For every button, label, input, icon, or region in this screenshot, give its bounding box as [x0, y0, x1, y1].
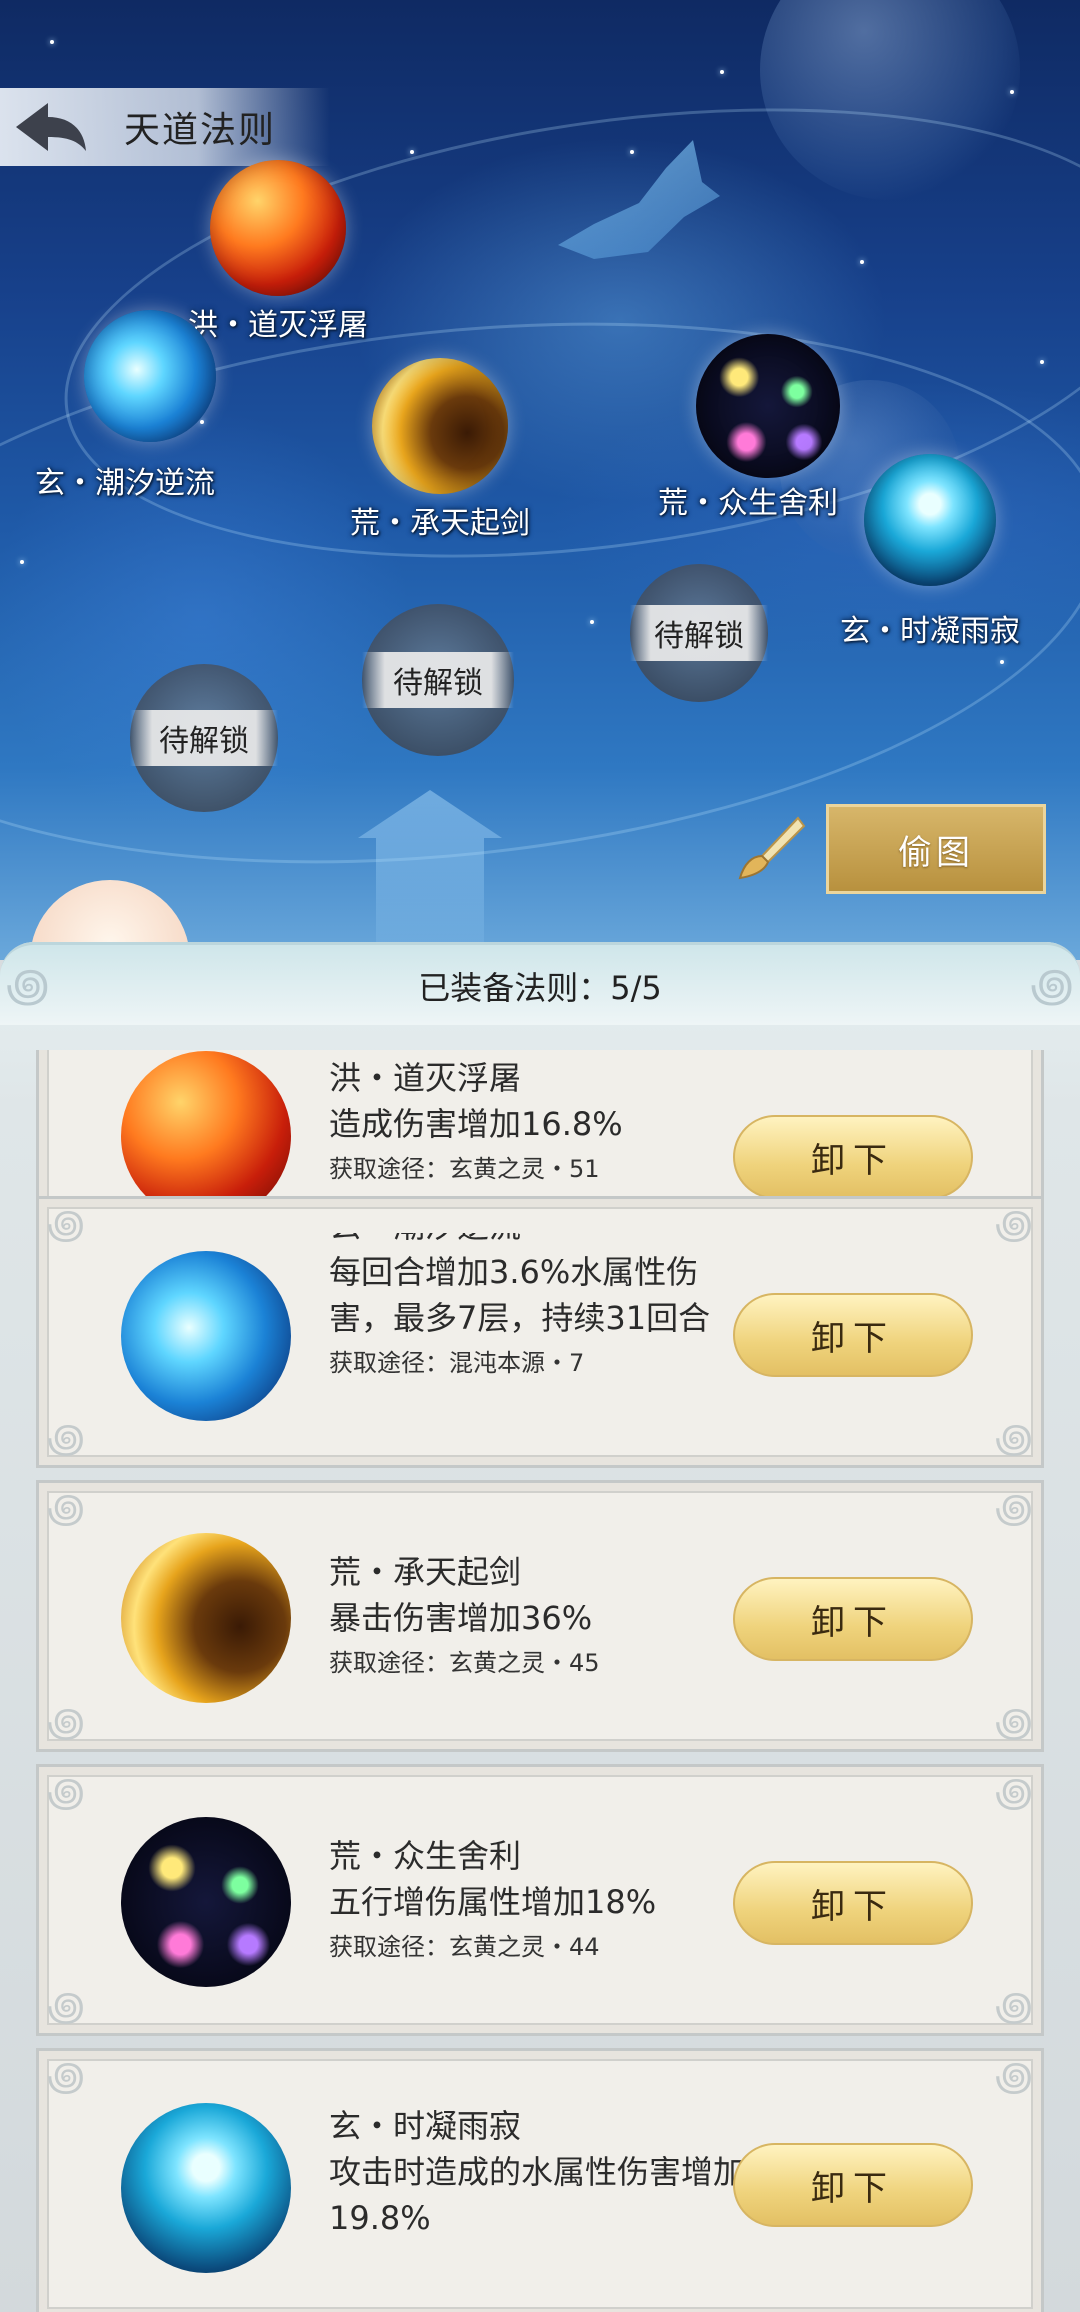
corner-ornament-icon: ꩜ [47, 1416, 85, 1462]
law-card: ꩜ ꩜ ꩜ ꩜ 玄・潮汐逆流 每回合增加3.6%水属性伤害，最多7层，持续31回… [36, 1196, 1044, 1468]
back-button[interactable] [0, 88, 100, 166]
law-card: ꩜ ꩜ 玄・时凝雨寂 攻击时造成的水属性伤害增加19.8% 卸下 [36, 2048, 1044, 2312]
corner-ornament-icon: ꩜ [995, 1770, 1033, 1816]
law-node-label: 荒・承天起剑 [350, 506, 530, 541]
header-bar: 天道法则 [0, 88, 330, 166]
law-source: 获取途径：玄黄之灵・44 [329, 1933, 600, 1961]
law-card: ꩜ ꩜ ꩜ ꩜ 荒・承天起剑 暴击伤害增加36% 获取途径：玄黄之灵・45 卸下 [36, 1480, 1044, 1752]
raindrop-law-icon [864, 454, 996, 586]
fire-law-icon [210, 160, 346, 296]
unequip-button[interactable]: 卸下 [733, 1577, 973, 1661]
law-name: 洪・道灭浮屠 [329, 1059, 522, 1097]
corner-ornament-icon: ꩜ [995, 2054, 1033, 2100]
corner-ornament-icon: ꩜ [995, 1416, 1033, 1462]
law-name: 荒・承天起剑 [329, 1553, 522, 1591]
law-node-label: 荒・众生舍利 [658, 486, 838, 521]
corner-ornament-icon: ꩜ [995, 1486, 1033, 1532]
locked-law-slot[interactable]: 待解锁 [130, 664, 278, 812]
cosmic-law-icon [696, 334, 840, 478]
corner-ornament-icon: ꩜ [47, 2054, 85, 2100]
law-description: 五行增伤属性增加18% [329, 1883, 657, 1921]
locked-label: 待解锁 [362, 652, 514, 708]
corner-ornament-icon: ꩜ [995, 1700, 1033, 1746]
law-card-text: 玄・时凝雨寂 攻击时造成的水属性伤害增加19.8% [329, 2103, 749, 2241]
equipped-law-list[interactable]: ꩜ ꩜ 洪・道灭浮屠 造成伤害增加16.8% 获取途径：玄黄之灵・51 卸下 ꩜… [36, 1050, 1044, 2312]
cosmic-law-icon [121, 1817, 291, 1987]
unequip-button[interactable]: 卸下 [733, 1115, 973, 1199]
law-description: 造成伤害增加16.8% [329, 1105, 623, 1143]
corner-ornament-icon: ꩜ [47, 1984, 85, 2030]
law-card-text: 洪・道灭浮屠 造成伤害增加16.8% 获取途径：玄黄之灵・51 [329, 1055, 749, 1191]
equipped-laws-panel: ꩜ ꩜ 已装备法则：5/5 ꩜ ꩜ 洪・道灭浮屠 造成伤害增加16.8% 获取途… [0, 942, 1080, 2312]
law-node-label: 玄・时凝雨寂 [840, 614, 1020, 649]
unequip-button[interactable]: 卸下 [733, 1861, 973, 1945]
law-description: 每回合增加3.6%水属性伤害，最多7层，持续31回合 [329, 1253, 711, 1337]
law-source: 获取途径：混沌本源・7 [329, 1349, 585, 1377]
law-map-stage: 天道法则 洪・道灭浮屠 玄・潮汐逆流 荒・承天起剑 荒・众生舍利 玄・时凝雨寂 … [0, 0, 1080, 960]
back-arrow-icon [16, 103, 86, 151]
brush-icon[interactable] [732, 812, 806, 886]
law-node-label: 玄・潮汐逆流 [35, 466, 215, 501]
steal-map-button[interactable]: 偷图 [826, 804, 1046, 894]
gold-law-icon [372, 358, 508, 494]
law-description: 暴击伤害增加36% [329, 1599, 593, 1637]
unequip-button[interactable]: 卸下 [733, 2143, 973, 2227]
law-card-text: 荒・众生舍利 五行增伤属性增加18% 获取途径：玄黄之灵・44 [329, 1833, 749, 1969]
water-law-icon [121, 1251, 291, 1421]
corner-ornament-icon: ꩜ [995, 1202, 1033, 1248]
law-card-text: 玄・潮汐逆流 每回合增加3.6%水属性伤害，最多7层，持续31回合 获取途径：混… [329, 1233, 749, 1437]
raindrop-law-icon [121, 2103, 291, 2273]
unequip-button[interactable]: 卸下 [733, 1293, 973, 1377]
law-card-text: 荒・承天起剑 暴击伤害增加36% 获取途径：玄黄之灵・45 [329, 1549, 749, 1685]
law-name: 玄・潮汐逆流 [329, 1233, 749, 1249]
law-description: 攻击时造成的水属性伤害增加19.8% [329, 2153, 746, 2237]
locked-law-slot[interactable]: 待解锁 [630, 564, 768, 702]
page-title: 天道法则 [124, 110, 277, 151]
locked-law-slot[interactable]: 待解锁 [362, 604, 514, 756]
water-law-icon [84, 310, 216, 442]
corner-ornament-icon: ꩜ [47, 1770, 85, 1816]
panel-header: ꩜ ꩜ 已装备法则：5/5 [0, 942, 1080, 1025]
law-node-label: 洪・道灭浮屠 [188, 308, 368, 343]
corner-ornament-icon: ꩜ [47, 1202, 85, 1248]
law-source: 获取途径：玄黄之灵・51 [329, 1155, 600, 1183]
locked-label: 待解锁 [130, 710, 278, 766]
law-name: 荒・众生舍利 [329, 1837, 522, 1875]
law-card: ꩜ ꩜ ꩜ ꩜ 荒・众生舍利 五行增伤属性增加18% 获取途径：玄黄之灵・44 … [36, 1764, 1044, 2036]
corner-ornament-icon: ꩜ [47, 1700, 85, 1746]
locked-label: 待解锁 [630, 605, 768, 661]
corner-ornament-icon: ꩜ [995, 1984, 1033, 2030]
law-source: 获取途径：玄黄之灵・45 [329, 1649, 600, 1677]
equipped-count-label: 已装备法则：5/5 [418, 969, 662, 1007]
corner-ornament-icon: ꩜ [47, 1486, 85, 1532]
gold-law-icon [121, 1533, 291, 1703]
law-name: 玄・时凝雨寂 [329, 2107, 522, 2145]
